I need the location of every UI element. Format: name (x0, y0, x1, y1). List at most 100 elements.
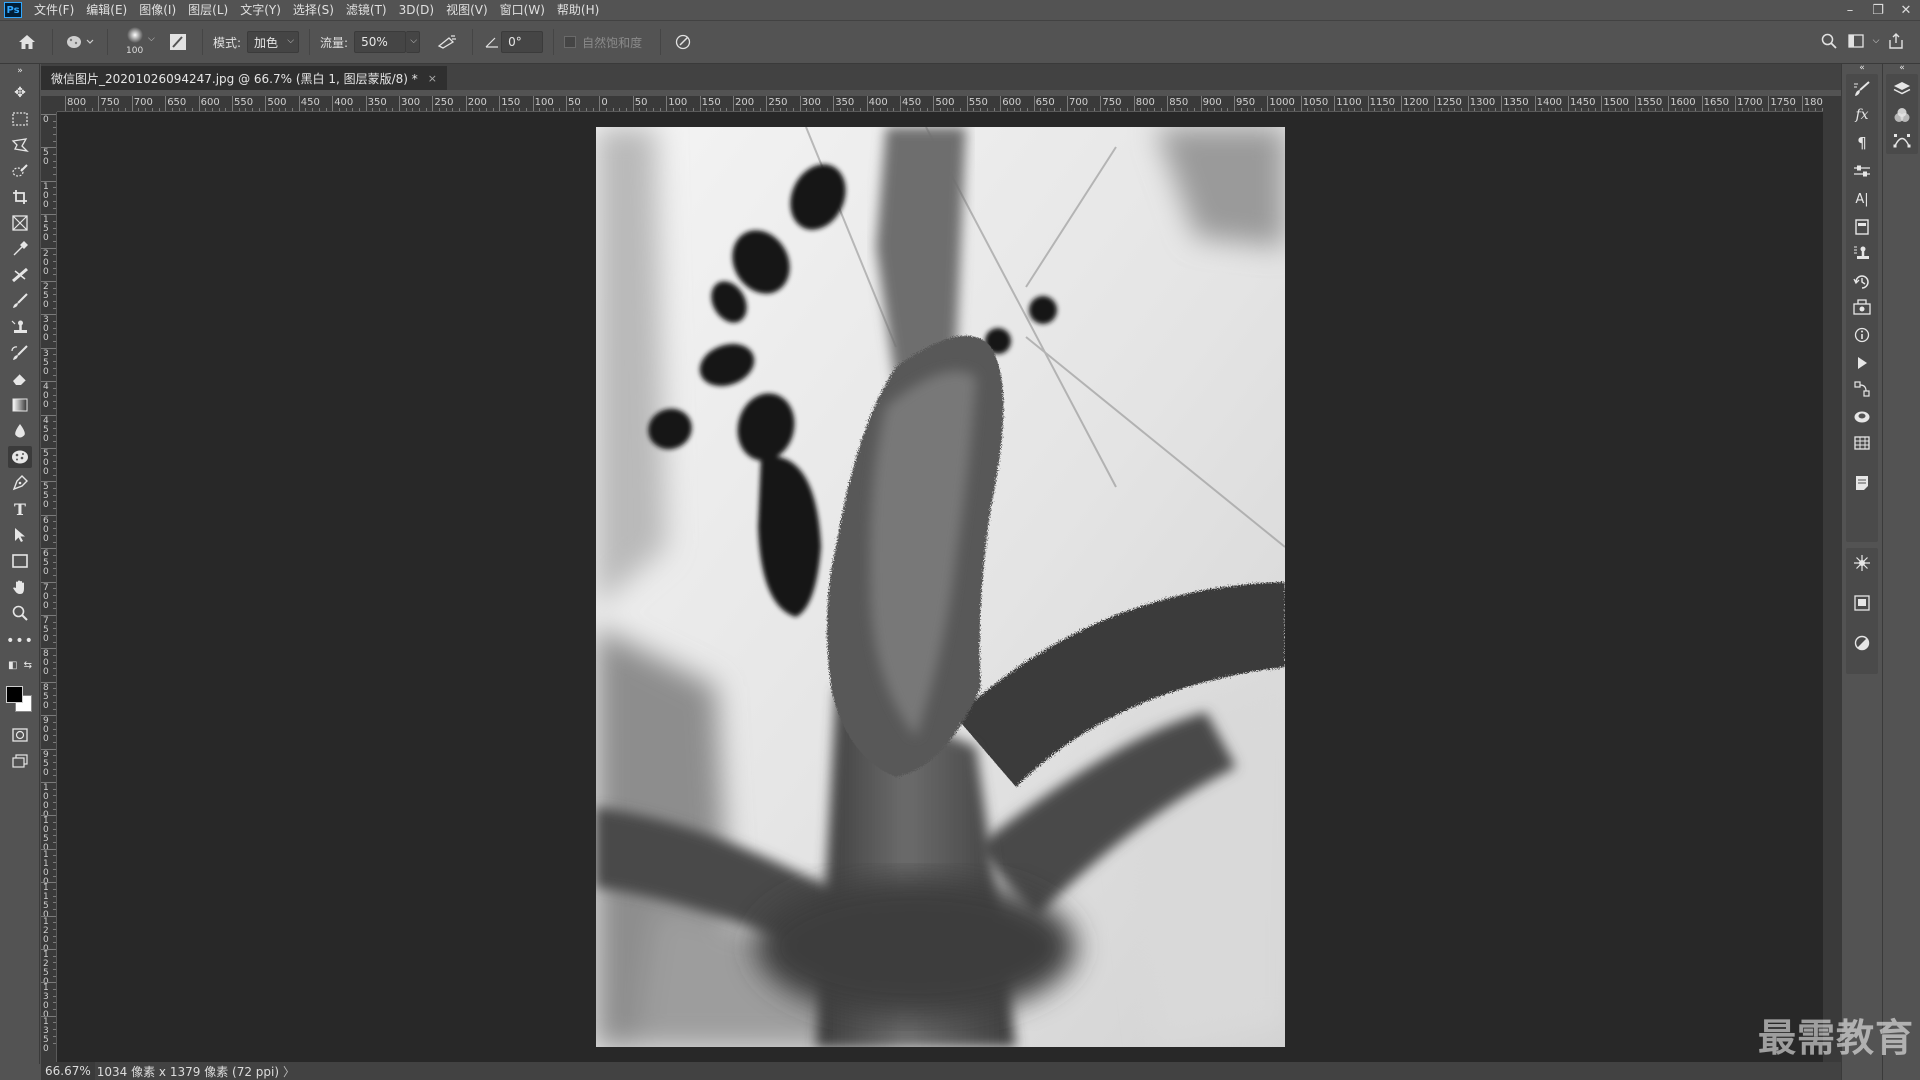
document-tab-title: 微信图片_20201026094247.jpg @ 66.7% (黑白 1, 图… (51, 71, 418, 86)
paragraph-icon[interactable]: ¶ (1851, 132, 1873, 154)
canvas-area[interactable] (57, 112, 1823, 1062)
flow-dropdown[interactable]: ⌵ (406, 31, 421, 53)
marquee-tool-icon[interactable] (8, 108, 32, 130)
notes-icon[interactable] (1851, 472, 1873, 494)
more-tools-icon[interactable]: ••• (6, 630, 33, 652)
menu-image[interactable]: 图像(I) (133, 0, 182, 20)
separator (202, 29, 203, 55)
mode-select[interactable]: 加色 ⌵ (247, 31, 300, 53)
menu-edit[interactable]: 编辑(E) (80, 0, 133, 20)
close-icon[interactable]: × (428, 72, 437, 85)
menu-type[interactable]: 文字(Y) (234, 0, 287, 20)
chevron-down-icon[interactable]: ⌵ (1870, 29, 1882, 53)
ruler-label: 350 (367, 97, 387, 108)
history-icon[interactable] (1851, 270, 1873, 292)
flow-input[interactable] (354, 31, 407, 53)
3d-icon[interactable] (1851, 406, 1873, 428)
layers-icon[interactable] (1891, 78, 1913, 100)
timeline-icon[interactable] (1851, 552, 1873, 574)
blur-tool-icon[interactable] (8, 420, 32, 442)
menu-3d[interactable]: 3D(D) (393, 0, 440, 20)
airbrush-icon[interactable] (432, 30, 462, 54)
foreground-color-swatch[interactable] (6, 686, 23, 703)
horizontal-ruler[interactable]: 800 750 700 650 600 550 500 450 400 350 300 250 200 1… (57, 96, 1823, 112)
collapse-panel-icon[interactable]: « (1891, 62, 1913, 74)
vertical-ruler[interactable]: 0 50 100 150 200 250 300 350 400 450 500 550 600 650 7… (41, 112, 57, 1062)
menu-view[interactable]: 视图(V) (440, 0, 494, 20)
brush-settings-icon[interactable] (1851, 78, 1873, 100)
sponge-tool-preset-icon[interactable] (63, 30, 97, 54)
pen-tool-icon[interactable] (8, 472, 32, 494)
path-selection-tool-icon[interactable] (8, 524, 32, 546)
frame-tool-icon[interactable] (8, 212, 32, 234)
gradient-tool-icon[interactable] (8, 394, 32, 416)
menu-help[interactable]: 帮助(H) (551, 0, 605, 20)
measurement-log-icon[interactable] (1851, 432, 1873, 454)
healing-brush-tool-icon[interactable] (8, 264, 32, 286)
channels-icon[interactable] (1891, 104, 1913, 126)
collapse-panel-icon[interactable]: » (8, 66, 32, 76)
status-menu-arrow-icon[interactable]: 〉 (283, 1063, 295, 1080)
hand-tool-icon[interactable] (8, 576, 32, 598)
history-brush-tool-icon[interactable] (8, 342, 32, 364)
angle-input[interactable] (501, 31, 544, 53)
ruler-tick (1200, 96, 1202, 111)
document-image[interactable] (596, 127, 1285, 1047)
eyedropper-tool-icon[interactable] (8, 238, 32, 260)
screen-mode-icon[interactable] (8, 750, 32, 772)
quick-selection-tool-icon[interactable] (8, 160, 32, 182)
swap-colors-icon[interactable]: ◧ ⇆ (8, 658, 32, 672)
actions-play-icon[interactable] (1851, 352, 1873, 374)
move-tool-icon[interactable]: ✥ (8, 82, 32, 104)
clone-stamp-tool-icon[interactable] (8, 316, 32, 338)
close-icon[interactable]: ✕ (1892, 0, 1920, 20)
brush-settings-panel-icon[interactable] (164, 30, 192, 54)
sponge-tool-icon[interactable] (8, 446, 32, 468)
default-colors-icon[interactable]: ◧ (8, 660, 17, 671)
zoom-tool-icon[interactable] (8, 602, 32, 624)
brush-size-picker[interactable]: 100 ⌵ (118, 24, 155, 60)
menu-file[interactable]: 文件(F) (28, 0, 80, 20)
paths-icon[interactable] (1891, 130, 1913, 152)
eraser-tool-icon[interactable] (8, 368, 32, 390)
ruler-tick (1568, 96, 1569, 111)
character-icon[interactable]: A| (1851, 188, 1873, 210)
navigator-icon[interactable] (1851, 592, 1873, 614)
swap-arrow-icon[interactable]: ⇆ (24, 660, 32, 671)
ruler-tick (1668, 96, 1670, 111)
adjustments-icon[interactable] (1851, 160, 1873, 182)
vibrance-checkbox[interactable] (564, 36, 577, 48)
ruler-origin[interactable] (41, 96, 57, 112)
search-icon[interactable] (1816, 29, 1842, 53)
clone-source-icon[interactable] (1851, 242, 1873, 264)
photoshop-logo-icon[interactable]: Ps (4, 2, 22, 18)
menu-window[interactable]: 窗口(W) (494, 0, 551, 20)
lasso-tool-icon[interactable] (8, 134, 32, 156)
crop-tool-icon[interactable] (8, 186, 32, 208)
workspace-icon[interactable] (1842, 29, 1870, 53)
restore-icon[interactable]: ❐ (1864, 0, 1892, 20)
vertical-scrollbar[interactable] (1823, 96, 1841, 1062)
zoom-level[interactable]: 66.67% (41, 1062, 95, 1080)
menu-filter[interactable]: 滤镜(T) (340, 0, 393, 20)
document-tab[interactable]: 微信图片_20201026094247.jpg @ 66.7% (黑白 1, 图… (41, 66, 447, 90)
pressure-size-icon[interactable] (671, 30, 695, 54)
minimize-icon[interactable]: – (1836, 0, 1864, 20)
collapse-panel-icon[interactable]: « (1851, 62, 1873, 74)
brush-size-label: 100 (126, 46, 144, 56)
menu-select[interactable]: 选择(S) (287, 0, 340, 20)
libraries-icon[interactable] (1851, 216, 1873, 238)
styles-fx-icon[interactable]: fx (1851, 104, 1873, 126)
info-icon[interactable] (1851, 324, 1873, 346)
separator (52, 29, 53, 55)
menu-layer[interactable]: 图层(L) (182, 0, 234, 20)
quick-mask-icon[interactable] (8, 724, 32, 746)
rectangle-tool-icon[interactable] (8, 550, 32, 572)
type-tool-icon[interactable]: T (8, 498, 32, 520)
tool-presets-icon[interactable] (1851, 296, 1873, 318)
share-icon[interactable] (1882, 29, 1910, 53)
home-icon[interactable] (12, 30, 42, 54)
channels-paths-icon[interactable] (1851, 378, 1873, 400)
properties-icon[interactable] (1851, 632, 1873, 654)
brush-tool-icon[interactable] (8, 290, 32, 312)
